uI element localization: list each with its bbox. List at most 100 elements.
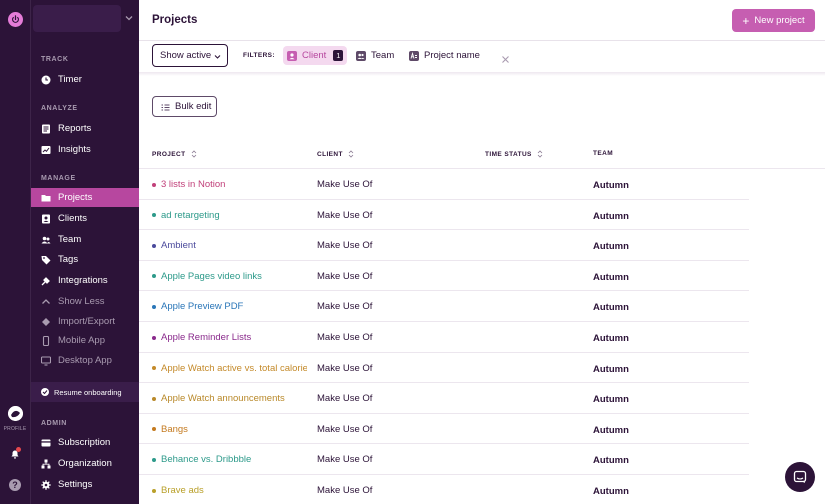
table-row[interactable]: Brave ads Make Use Of Autumn <box>139 475 825 504</box>
chevron-up-icon <box>41 297 51 307</box>
client-cell: Make Use Of <box>317 485 373 496</box>
project-color-dot <box>152 427 156 432</box>
team-cell: Autumn <box>593 180 629 191</box>
filter-chip-project-name[interactable]: Project name <box>405 46 484 65</box>
gear-icon <box>41 479 51 490</box>
team-cell: Autumn <box>593 486 629 497</box>
team-cell: Autumn <box>593 394 629 406</box>
client-cell: Make Use Of <box>317 362 373 374</box>
project-name-cell[interactable]: Apple Pages video links <box>152 271 307 282</box>
filter-chip-team[interactable]: Team <box>352 46 398 65</box>
project-name-cell[interactable]: Brave ads <box>152 485 307 496</box>
profile-avatar[interactable] <box>8 406 23 421</box>
sidebar-item-timer[interactable]: Timer <box>31 70 140 89</box>
new-project-button[interactable]: + New project <box>732 9 815 32</box>
project-name-cell[interactable]: Bangs <box>152 424 307 435</box>
sidebar-item-projects[interactable]: Projects <box>31 188 140 207</box>
clear-filters-icon[interactable] <box>501 51 510 63</box>
table-row[interactable]: 3 lists in Notion Make Use Of Autumn <box>139 169 825 200</box>
client-cell: Make Use Of <box>317 393 373 405</box>
project-color-dot <box>152 274 156 279</box>
notification-bell-icon[interactable] <box>9 447 21 459</box>
show-active-dropdown[interactable]: Show active <box>152 44 228 67</box>
column-header-client[interactable]: CLIENT <box>317 150 354 158</box>
import-export-icon <box>41 317 51 327</box>
section-manage: MANAGE <box>41 175 76 182</box>
sidebar-item-insights[interactable]: Insights <box>31 140 140 159</box>
check-circle-icon <box>41 388 49 396</box>
workspace-switcher[interactable] <box>33 5 121 32</box>
reports-icon <box>41 124 51 134</box>
project-color-dot <box>152 335 156 340</box>
client-cell: Make Use Of <box>317 270 373 282</box>
project-name-cell[interactable]: Apple Preview PDF <box>152 301 307 312</box>
table-row[interactable]: Ambient Make Use Of Autumn <box>139 230 825 261</box>
project-name-cell[interactable]: Behance vs. Dribbble <box>152 454 307 465</box>
filter-chip-client[interactable]: Client 1 <box>283 46 348 65</box>
sidebar-item-integrations[interactable]: Integrations <box>31 271 140 290</box>
sidebar-item-show-less[interactable]: Show Less <box>31 292 140 311</box>
sidebar-item-reports[interactable]: Reports <box>31 119 140 138</box>
section-track: TRACK <box>41 56 69 63</box>
toggl-logo-icon[interactable] <box>8 12 23 27</box>
project-name-cell[interactable]: Ambient <box>152 240 307 251</box>
team-cell: Autumn <box>593 424 629 436</box>
resume-onboarding-button[interactable]: Resume onboarding <box>31 382 140 402</box>
sidebar-item-tags[interactable]: Tags <box>31 250 140 269</box>
project-name-cell[interactable]: ad retargeting <box>152 210 307 221</box>
sidebar-item-team[interactable]: Team <box>31 230 140 249</box>
project-color-dot <box>152 396 156 401</box>
table-row[interactable]: Apple Pages video links Make Use Of Autumn <box>139 261 825 292</box>
profile-label: PROFILE <box>3 426 27 432</box>
table-row[interactable]: Apple Reminder Lists Make Use Of Autumn <box>139 322 825 353</box>
client-cell: Make Use Of <box>317 209 373 221</box>
project-color-dot <box>152 304 156 309</box>
client-cell: Make Use Of <box>317 240 373 252</box>
table-row[interactable]: Behance vs. Dribbble Make Use Of Autumn <box>139 444 825 475</box>
table-row[interactable]: Bangs Make Use Of Autumn <box>139 414 825 445</box>
table-header: PROJECT CLIENT TIME STATUS TEAM <box>139 145 825 169</box>
client-cell: Make Use Of <box>317 332 373 343</box>
table-row[interactable]: Apple Preview PDF Make Use Of Autumn <box>139 291 825 322</box>
desktop-icon <box>41 355 51 366</box>
chat-support-button[interactable] <box>785 462 815 492</box>
team-cell: Autumn <box>593 210 629 222</box>
client-icon <box>41 214 51 224</box>
chevron-down-icon <box>214 52 221 59</box>
team-cell: Autumn <box>593 455 629 467</box>
organization-icon <box>41 459 51 469</box>
project-name-cell[interactable]: Apple Watch active vs. total calories <box>152 363 307 374</box>
sidebar-item-settings[interactable]: Settings <box>31 475 140 494</box>
client-cell: Make Use Of <box>317 179 373 190</box>
column-header-time-status[interactable]: TIME STATUS <box>485 150 543 158</box>
column-header-project[interactable]: PROJECT <box>152 150 197 158</box>
team-cell: Autumn <box>593 241 629 253</box>
sort-icon <box>537 150 543 158</box>
sidebar-item-import-export[interactable]: Import/Export <box>31 312 140 331</box>
team-icon <box>41 235 51 245</box>
sidebar-item-mobile-app[interactable]: Mobile App <box>31 331 140 350</box>
project-name-cell[interactable]: Apple Reminder Lists <box>152 332 307 343</box>
table-row[interactable]: Apple Watch active vs. total calories Mak… <box>139 353 825 384</box>
filters-label: FILTERS: <box>243 52 275 59</box>
team-cell: Autumn <box>593 302 629 314</box>
sidebar-item-organization[interactable]: Organization <box>31 454 140 473</box>
sidebar-item-desktop-app[interactable]: Desktop App <box>31 351 140 370</box>
project-name-cell[interactable]: 3 lists in Notion <box>152 179 307 190</box>
table-row[interactable]: Apple Watch announcements Make Use Of Autu… <box>139 383 825 414</box>
folder-icon <box>41 193 51 203</box>
project-color-dot <box>152 213 156 218</box>
column-header-team: TEAM <box>593 150 614 157</box>
team-cell: Autumn <box>593 333 629 344</box>
table-row[interactable]: ad retargeting Make Use Of Autumn <box>139 200 825 231</box>
sort-icon <box>191 150 197 158</box>
project-color-dot <box>152 243 156 248</box>
chevron-down-icon[interactable] <box>124 10 134 21</box>
card-icon <box>41 438 51 448</box>
sidebar-item-subscription[interactable]: Subscription <box>31 433 140 452</box>
help-icon[interactable]: ? <box>9 479 21 491</box>
project-name-cell[interactable]: Apple Watch announcements <box>152 393 307 404</box>
sidebar-item-clients[interactable]: Clients <box>31 209 140 228</box>
plus-icon: + <box>742 13 750 28</box>
bulk-edit-button[interactable]: Bulk edit <box>152 96 217 117</box>
